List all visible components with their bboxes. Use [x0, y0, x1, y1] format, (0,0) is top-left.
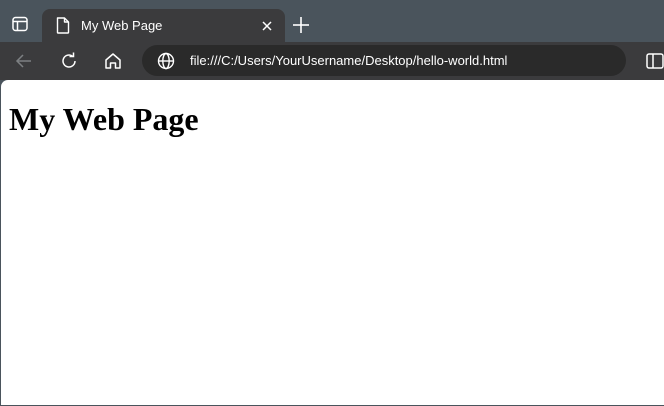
globe-icon [157, 52, 175, 70]
page-viewport: My Web Page [1, 80, 664, 405]
page-heading: My Web Page [9, 101, 199, 137]
back-arrow-icon [15, 54, 31, 68]
tab-title: My Web Page [81, 18, 163, 33]
page-icon [56, 17, 70, 34]
browser-window: My Web Page file:///C:/Users/YourUsernam… [0, 0, 664, 406]
tab-close-button[interactable] [260, 19, 274, 33]
home-button[interactable] [102, 50, 124, 72]
tab-strip: My Web Page [0, 0, 664, 42]
url-text: file:///C:/Users/YourUsername/Desktop/he… [190, 53, 508, 68]
back-button[interactable] [13, 50, 35, 72]
new-tab-button[interactable] [292, 16, 310, 34]
split-screen-icon [646, 53, 664, 69]
address-bar[interactable]: file:///C:/Users/YourUsername/Desktop/he… [142, 45, 626, 76]
tab-actions-button[interactable] [9, 13, 31, 35]
tab-active[interactable]: My Web Page [42, 9, 285, 42]
plus-icon [293, 17, 309, 33]
home-icon [105, 53, 121, 69]
close-icon [262, 21, 272, 31]
split-screen-button[interactable] [645, 51, 664, 71]
reload-icon [62, 52, 76, 68]
tab-actions-icon [12, 16, 28, 32]
toolbar: file:///C:/Users/YourUsername/Desktop/he… [0, 42, 664, 80]
reload-button[interactable] [58, 50, 80, 72]
